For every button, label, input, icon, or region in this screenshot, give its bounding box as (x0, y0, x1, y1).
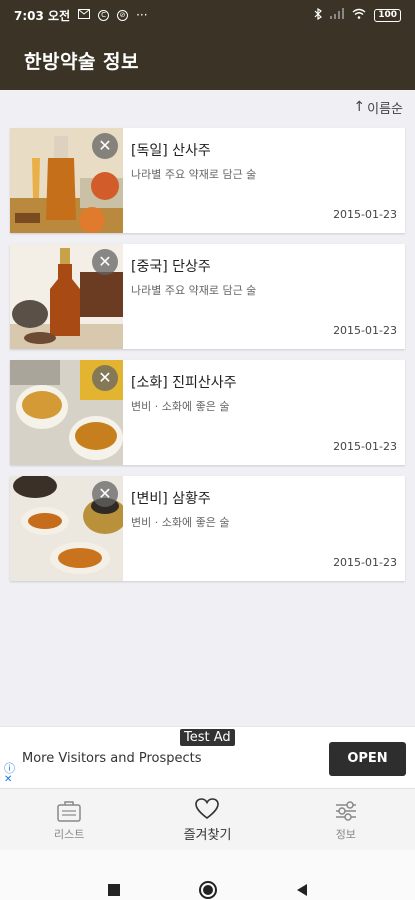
nav-label-info: 정보 (335, 827, 356, 841)
list-item[interactable]: ✕ [중국] 단상주 나라별 주요 약재로 담근 술 2015-01-23 (10, 244, 405, 349)
item-title: [중국] 단상주 (131, 259, 211, 275)
item-image-amber-decanter: ✕ (10, 128, 123, 233)
item-image-liquor-bottle: ✕ (10, 244, 123, 349)
item-date: 2015-01-23 (333, 556, 397, 569)
home-button[interactable] (196, 878, 220, 900)
item-date: 2015-01-23 (333, 208, 397, 221)
nav-item-info[interactable]: 정보 (277, 789, 415, 850)
bottom-nav: 리스트 즐겨찾기 정보 (0, 788, 415, 850)
heart-icon (194, 796, 220, 822)
battery-icon: 100 (374, 8, 401, 22)
remove-item-button[interactable]: ✕ (92, 133, 118, 159)
item-title: [독일] 산사주 (131, 143, 211, 159)
list-item[interactable]: ✕ [변비] 삼황주 변비 · 소화에 좋은 술 2015-01-23 (10, 476, 405, 581)
item-date: 2015-01-23 (333, 324, 397, 337)
back-triangle-icon (296, 884, 307, 896)
settings-sliders-icon (333, 798, 359, 824)
signal-icon (330, 8, 345, 22)
home-circle-icon (198, 881, 217, 899)
c-icon: C (98, 9, 110, 21)
status-time: 7:03 오전 (14, 8, 71, 23)
list-icon (56, 798, 82, 824)
bluetooth-icon (314, 7, 323, 23)
arrow-up-icon: ↑ (353, 99, 366, 115)
item-subtitle: 나라별 주요 약재로 담근 술 (131, 284, 257, 297)
nav-label-favorites: 즐겨찾기 (183, 828, 232, 843)
app-bar: 한방약술 정보 (0, 30, 415, 90)
remove-item-button[interactable]: ✕ (92, 249, 118, 275)
square-icon (107, 884, 120, 896)
more-dots-icon: ··· (136, 8, 148, 22)
page-title: 한방약술 정보 (24, 50, 139, 73)
remove-item-button[interactable]: ✕ (92, 481, 118, 507)
content-area: ↑ 이름순 ✕ [독일] 산사주 나라별 주요 약재로 담근 술 2015-01… (0, 90, 415, 726)
nav-item-list[interactable]: 리스트 (0, 789, 138, 850)
ad-tag: Test Ad (180, 729, 235, 746)
item-subtitle: 나라별 주요 약재로 담근 술 (131, 168, 257, 181)
item-title: [소화] 진피산사주 (131, 375, 237, 391)
item-image-glass-jar: ✕ (10, 476, 123, 581)
mail-icon (78, 8, 91, 22)
item-image-tea-cups: ✕ (10, 360, 123, 465)
list-item[interactable]: ✕ [독일] 산사주 나라별 주요 약재로 담근 술 2015-01-23 (10, 128, 405, 233)
sort-button[interactable]: ↑ 이름순 (0, 90, 415, 124)
system-nav-bar (0, 850, 415, 900)
ad-close-icon[interactable]: ✕ (4, 774, 12, 785)
item-date: 2015-01-23 (333, 440, 397, 453)
wifi-icon (352, 8, 366, 22)
back-button[interactable] (290, 878, 314, 900)
item-subtitle: 변비 · 소화에 좋은 술 (131, 516, 230, 529)
gesture-icon: ⊘ (117, 9, 129, 21)
sort-label: 이름순 (367, 101, 403, 117)
item-title: [변비] 삼황주 (131, 491, 211, 507)
ad-open-button[interactable]: OPEN (329, 742, 406, 776)
nav-label-list: 리스트 (53, 827, 85, 841)
nav-item-favorites[interactable]: 즐겨찾기 (138, 789, 276, 850)
recents-button[interactable] (102, 878, 126, 900)
remove-item-button[interactable]: ✕ (92, 365, 118, 391)
list-item[interactable]: ✕ [소화] 진피산사주 변비 · 소화에 좋은 술 2015-01-23 (10, 360, 405, 465)
ad-banner[interactable]: Test Ad ⓘ ✕ More Visitors and Prospects … (0, 726, 415, 788)
ad-text: More Visitors and Prospects (22, 751, 202, 766)
status-bar: 7:03 오전 C ⊘ ··· 100 (0, 0, 415, 30)
item-subtitle: 변비 · 소화에 좋은 술 (131, 400, 230, 413)
